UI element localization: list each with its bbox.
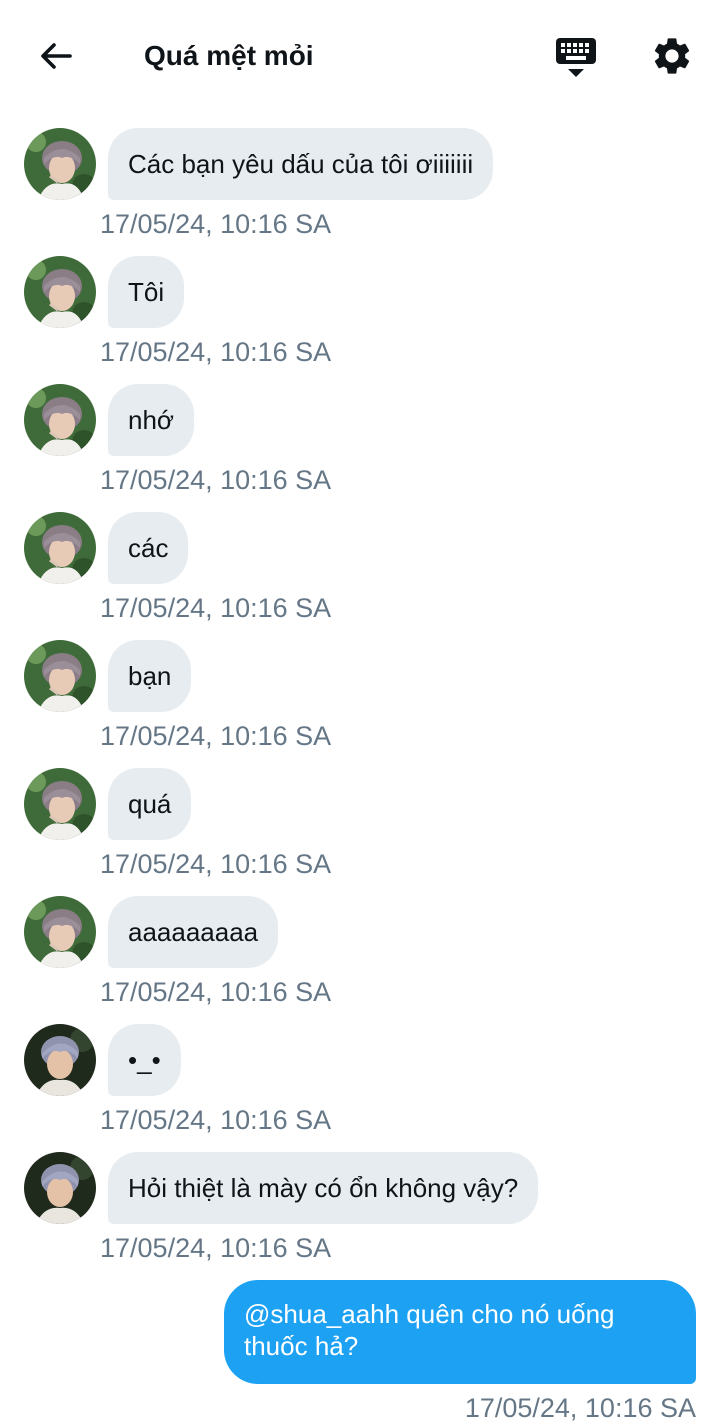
message-bubble[interactable]: quá [108, 768, 192, 840]
gear-icon [654, 38, 690, 74]
message-bubble[interactable]: aaaaaaaaa [108, 896, 279, 968]
list-item: aaaaaaaaa 17/05/24, 10:16 SA [0, 896, 720, 1024]
list-item: Các bạn yêu dấu của tôi ơiiiiiii 17/05/2… [0, 128, 720, 256]
conversation-title: Quá mệt mỏi [144, 40, 314, 71]
avatar[interactable] [24, 512, 96, 584]
message-bubble[interactable]: Các bạn yêu dấu của tôi ơiiiiiii [108, 128, 494, 200]
avatar[interactable] [24, 1152, 96, 1224]
message-timestamp: 17/05/24, 10:16 SA [100, 977, 332, 1007]
conversation-header: Quá mệt mỏi [0, 0, 720, 112]
message-bubble[interactable]: bạn [108, 640, 192, 712]
message-timestamp: 17/05/24, 10:16 SA [100, 1105, 332, 1135]
list-item: bạn 17/05/24, 10:16 SA [0, 640, 720, 768]
keyboard-icon [556, 38, 596, 77]
message-timestamp: 17/05/24, 10:16 SA [100, 465, 332, 495]
message-timestamp: 17/05/24, 10:16 SA [100, 721, 332, 751]
message-bubble[interactable]: Hỏi thiệt là mày có ổn không vậy? [108, 1152, 539, 1224]
message-timestamp: 17/05/24, 10:16 SA [100, 593, 332, 623]
message-timestamp: 17/05/24, 10:16 SA [100, 849, 332, 879]
outgoing-message-timestamp: 17/05/24, 10:16 SA [464, 1393, 696, 1423]
list-item: nhớ 17/05/24, 10:16 SA [0, 384, 720, 512]
list-item: các 17/05/24, 10:16 SA [0, 512, 720, 640]
arrow-left-icon [41, 43, 72, 69]
message-timestamp: 17/05/24, 10:16 SA [100, 1233, 332, 1263]
avatar[interactable] [24, 256, 96, 328]
list-item: Tôi 17/05/24, 10:16 SA [0, 256, 720, 384]
list-item: quá 17/05/24, 10:16 SA [0, 768, 720, 896]
message-bubble[interactable]: nhớ [108, 384, 194, 456]
avatar[interactable] [24, 1024, 96, 1096]
message-bubble[interactable]: các [108, 512, 189, 584]
avatar[interactable] [24, 896, 96, 968]
avatar[interactable] [24, 768, 96, 840]
message-timestamp: 17/05/24, 10:16 SA [100, 337, 332, 367]
keyboard-button[interactable] [552, 34, 600, 80]
message-bubble[interactable]: •_• [108, 1024, 181, 1096]
settings-button[interactable] [650, 34, 694, 78]
outgoing-message-bubble[interactable]: @shua_aahh quên cho nó uống thuốc hả? [224, 1280, 696, 1384]
avatar[interactable] [24, 640, 96, 712]
message-bubble[interactable]: Tôi [108, 256, 185, 328]
back-button[interactable] [36, 36, 76, 76]
list-item: Hỏi thiệt là mày có ổn không vậy? 17/05/… [0, 1152, 720, 1280]
avatar[interactable] [24, 384, 96, 456]
avatar[interactable] [24, 128, 96, 200]
message-timestamp: 17/05/24, 10:16 SA [100, 209, 332, 239]
list-item: •_• 17/05/24, 10:16 SA [0, 1024, 720, 1152]
